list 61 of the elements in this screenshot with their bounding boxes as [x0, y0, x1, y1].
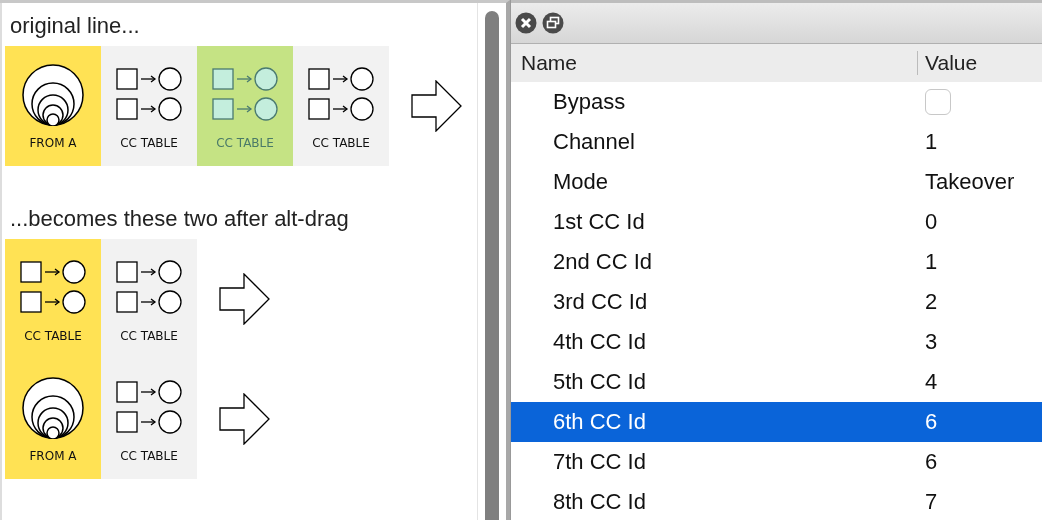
property-row[interactable]: 4th CC Id 3 — [511, 322, 1042, 362]
section-heading: ...becomes these two after alt-drag — [10, 205, 350, 233]
property-row[interactable]: Bypass — [511, 82, 1042, 122]
column-header[interactable]: Name — [511, 51, 917, 75]
property-name: 4th CC Id — [552, 329, 647, 355]
property-value: 4 — [925, 369, 938, 395]
right-arrow-icon — [219, 393, 271, 445]
tile-label: FROM A — [29, 136, 77, 150]
property-row[interactable]: 3rd CC Id 2 — [511, 282, 1042, 322]
module-tile[interactable]: CC TABLE — [293, 46, 389, 166]
tile-label: CC TABLE — [312, 136, 370, 150]
property-value: 1 — [925, 249, 938, 275]
property-value: 3 — [925, 329, 938, 355]
property-row[interactable]: 8th CC Id 7 — [511, 482, 1042, 520]
concentric-circles-icon — [22, 377, 84, 439]
property-row[interactable]: 6th CC Id 6 — [511, 402, 1042, 442]
column-header[interactable]: Value — [917, 51, 1042, 75]
property-name: 6th CC Id — [552, 409, 647, 435]
property-name: 2nd CC Id — [552, 249, 654, 275]
tile-label: CC TABLE — [120, 329, 178, 343]
right-arrow-icon — [411, 80, 463, 132]
module-tile[interactable]: CC TABLE — [101, 239, 197, 359]
module-tile[interactable]: CC TABLE — [101, 46, 197, 166]
property-name: 7th CC Id — [552, 449, 647, 475]
property-name: 8th CC Id — [552, 489, 647, 515]
scrollbar-thumb[interactable] — [485, 11, 500, 520]
tile-label: CC TABLE — [120, 449, 178, 463]
property-row[interactable]: 2nd CC Id 1 — [511, 242, 1042, 282]
section-heading: original line... — [10, 12, 141, 40]
property-value: 6 — [925, 449, 938, 475]
property-row[interactable]: 7th CC Id 6 — [511, 442, 1042, 482]
module-tile[interactable]: FROM A — [5, 359, 101, 479]
close-icon[interactable] — [515, 12, 537, 34]
module-tile[interactable]: CC TABLE — [5, 239, 101, 359]
tile-label: CC TABLE — [24, 329, 82, 343]
property-value: Takeover — [925, 169, 1015, 195]
checkbox[interactable] — [925, 89, 951, 115]
property-row[interactable]: Mode Takeover — [511, 162, 1042, 202]
property-row[interactable]: Channel 1 — [511, 122, 1042, 162]
property-value: 2 — [925, 289, 938, 315]
property-value: 6 — [925, 409, 938, 435]
property-value: 1 — [925, 129, 938, 155]
property-value: 7 — [925, 489, 938, 515]
tile-label: CC TABLE — [120, 136, 178, 150]
property-name: Mode — [552, 169, 610, 195]
module-tile[interactable]: CC TABLE — [197, 46, 293, 166]
concentric-circles-icon — [22, 64, 84, 126]
property-name: Bypass — [552, 89, 627, 115]
property-name: 5th CC Id — [552, 369, 647, 395]
tile-label: CC TABLE — [216, 136, 274, 150]
property-name: 3rd CC Id — [552, 289, 649, 315]
property-row[interactable]: 5th CC Id 4 — [511, 362, 1042, 402]
property-name: 1st CC Id — [552, 209, 646, 235]
property-row[interactable]: 1st CC Id 0 — [511, 202, 1042, 242]
restore-icon[interactable] — [542, 12, 564, 34]
module-tile[interactable]: CC TABLE — [101, 359, 197, 479]
tile-label: FROM A — [29, 449, 77, 463]
module-tile[interactable]: FROM A — [5, 46, 101, 166]
property-name: Channel — [552, 129, 636, 155]
right-arrow-icon — [219, 273, 271, 325]
property-value: 0 — [925, 209, 938, 235]
